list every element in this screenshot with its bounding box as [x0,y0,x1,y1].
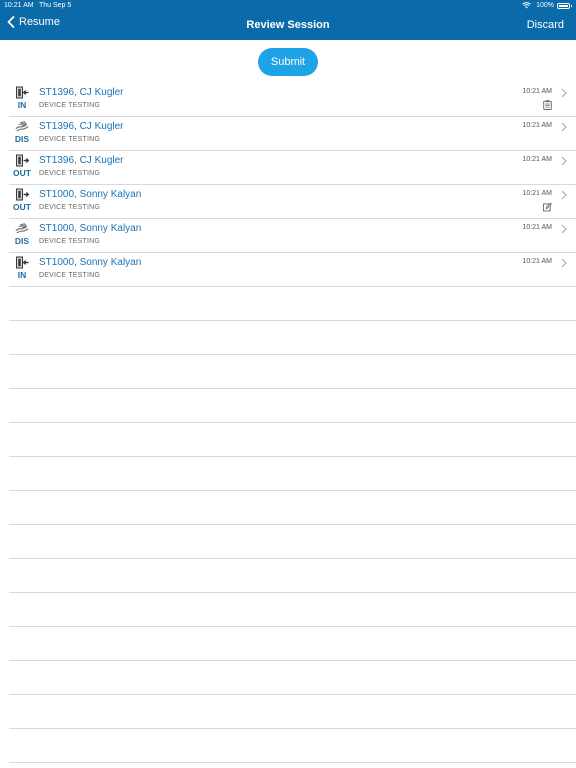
edit-note-icon [543,202,552,212]
row-time: 10:21 AM [522,258,552,265]
clipboard-icon [543,100,552,110]
row-type-indicator: DIS [9,222,35,246]
chevron-right-icon [561,88,567,98]
door-in-icon [16,86,29,99]
row-time: 10:21 AM [522,88,552,95]
row-title: ST1396, CJ Kugler [39,121,124,132]
row-time: 10:21 AM [522,156,552,163]
row-title: ST1396, CJ Kugler [39,87,124,98]
row-title: ST1000, Sonny Kalyan [39,223,142,234]
row-type-indicator: IN [9,86,35,110]
row-subtitle: DEVICE TESTING [39,136,101,143]
page-title: Review Session [246,19,330,31]
empty-rows [9,287,576,763]
row-type-label: OUT [13,168,31,178]
row-type-indicator: OUT [9,188,35,212]
session-rows: IN ST1396, CJ Kugler DEVICE TESTING 10:21 A… [0,83,576,287]
empty-row [9,457,576,491]
chevron-right-icon [561,190,567,200]
empty-row [9,729,576,763]
status-date: Thu Sep 5 [39,2,72,9]
empty-row [9,593,576,627]
empty-row [9,389,576,423]
row-type-label: IN [17,270,27,280]
session-row[interactable]: OUT ST1396, CJ Kugler DEVICE TESTING 10:21 … [9,151,576,185]
row-subtitle: DEVICE TESTING [39,238,101,245]
battery-icon [557,2,572,9]
empty-row [9,321,576,355]
empty-row [9,287,576,321]
row-subtitle: DEVICE TESTING [39,204,101,211]
empty-row [9,423,576,457]
chevron-right-icon [561,224,567,234]
row-type-indicator: OUT [9,154,35,178]
wifi-icon [522,2,531,9]
discard-button[interactable]: Discard [527,19,564,31]
status-bar: 10:21 AM Thu Sep 5 100% [0,0,576,11]
dispense-icon [15,223,29,234]
submit-button[interactable]: Submit [258,48,318,76]
row-type-label: IN [17,100,27,110]
door-out-icon [16,154,29,167]
door-out-icon [16,188,29,201]
row-title: ST1000, Sonny Kalyan [39,257,142,268]
top-bar: 10:21 AM Thu Sep 5 100% Resume Review Se… [0,0,576,40]
chevron-right-icon [561,156,567,166]
row-subtitle: DEVICE TESTING [39,102,101,109]
door-in-icon [16,256,29,269]
row-type-indicator: DIS [9,120,35,144]
row-title: ST1396, CJ Kugler [39,155,124,166]
empty-row [9,695,576,729]
empty-row [9,661,576,695]
empty-row [9,525,576,559]
screen: 10:21 AM Thu Sep 5 100% Resume Review Se… [0,0,576,768]
session-row[interactable]: OUT ST1000, Sonny Kalyan DEVICE TESTING 10:… [9,185,576,219]
row-time: 10:21 AM [522,122,552,129]
session-row[interactable]: IN ST1000, Sonny Kalyan DEVICE TESTING 10:2… [9,253,576,287]
dispense-icon [15,121,29,132]
status-time: 10:21 AM [4,2,34,9]
row-subtitle: DEVICE TESTING [39,170,101,177]
row-subtitle: DEVICE TESTING [39,272,101,279]
empty-row [9,559,576,593]
row-title: ST1000, Sonny Kalyan [39,189,142,200]
session-row[interactable]: DIS ST1000, Sonny Kalyan DEVICE TESTING 10:… [9,219,576,253]
row-type-label: OUT [13,202,31,212]
chevron-right-icon [561,122,567,132]
session-list: IN ST1396, CJ Kugler DEVICE TESTING 10:21 A… [0,83,576,763]
row-type-label: DIS [14,236,30,246]
battery-percent: 100% [536,2,554,9]
empty-row [9,627,576,661]
row-time: 10:21 AM [522,224,552,231]
row-type-indicator: IN [9,256,35,280]
chevron-right-icon [561,258,567,268]
empty-row [9,355,576,389]
status-right: 100% [522,0,572,11]
nav-bar: Resume Review Session Discard [0,11,576,40]
empty-row [9,491,576,525]
row-time: 10:21 AM [522,190,552,197]
session-row[interactable]: IN ST1396, CJ Kugler DEVICE TESTING 10:21 A… [9,83,576,117]
row-type-label: DIS [14,134,30,144]
session-row[interactable]: DIS ST1396, CJ Kugler DEVICE TESTING 10:21 … [9,117,576,151]
